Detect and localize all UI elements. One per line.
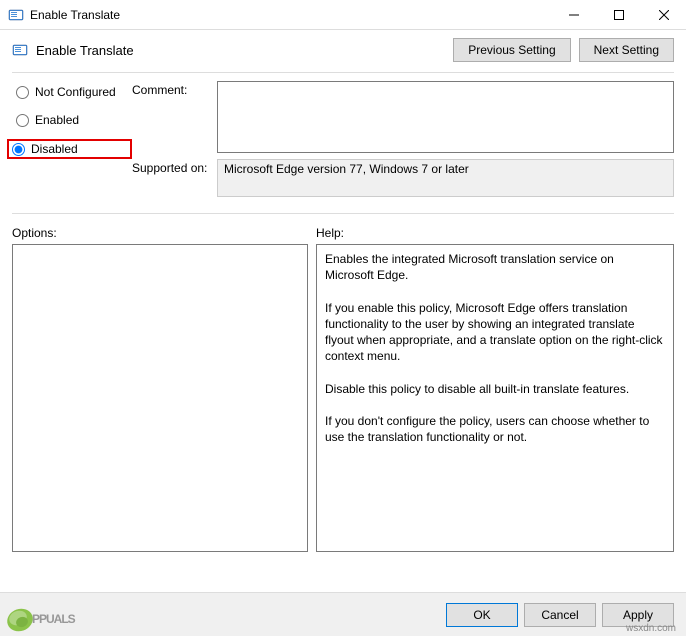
cancel-button[interactable]: Cancel <box>524 603 596 627</box>
window-title: Enable Translate <box>30 8 551 22</box>
policy-icon <box>12 42 28 58</box>
policy-icon <box>8 7 24 23</box>
previous-setting-button[interactable]: Previous Setting <box>453 38 570 62</box>
radio-not-configured-input[interactable] <box>16 86 29 99</box>
radio-enabled[interactable]: Enabled <box>12 111 132 129</box>
options-box <box>12 244 308 552</box>
radio-disabled[interactable]: Disabled <box>7 139 132 159</box>
close-button[interactable] <box>641 0 686 30</box>
help-label: Help: <box>316 226 674 240</box>
site-watermark: wsxdn.com <box>626 623 676 634</box>
supported-on-value <box>217 159 674 197</box>
radio-enabled-input[interactable] <box>16 114 29 127</box>
brand-watermark: PPUALS <box>4 602 75 636</box>
radio-disabled-input[interactable] <box>12 143 25 156</box>
radio-enabled-label: Enabled <box>35 113 79 127</box>
brand-text: PPUALS <box>32 612 75 626</box>
options-label: Options: <box>12 226 308 240</box>
help-text: Enables the integrated Microsoft transla… <box>316 244 674 552</box>
separator <box>12 213 674 214</box>
radio-not-configured-label: Not Configured <box>35 85 116 99</box>
radio-disabled-label: Disabled <box>31 142 78 156</box>
supported-on-label: Supported on: <box>132 159 217 197</box>
minimize-button[interactable] <box>551 0 596 30</box>
next-setting-button[interactable]: Next Setting <box>579 38 674 62</box>
header-row: Enable Translate Previous Setting Next S… <box>12 38 674 62</box>
bottom-bar: OK Cancel Apply <box>0 592 686 636</box>
page-title: Enable Translate <box>36 43 453 58</box>
radio-not-configured[interactable]: Not Configured <box>12 83 132 101</box>
maximize-button[interactable] <box>596 0 641 30</box>
state-radio-group: Not Configured Enabled Disabled <box>12 81 132 203</box>
titlebar: Enable Translate <box>0 0 686 30</box>
ok-button[interactable]: OK <box>446 603 518 627</box>
comment-input[interactable] <box>217 81 674 153</box>
comment-label: Comment: <box>132 81 217 153</box>
separator <box>12 72 674 73</box>
